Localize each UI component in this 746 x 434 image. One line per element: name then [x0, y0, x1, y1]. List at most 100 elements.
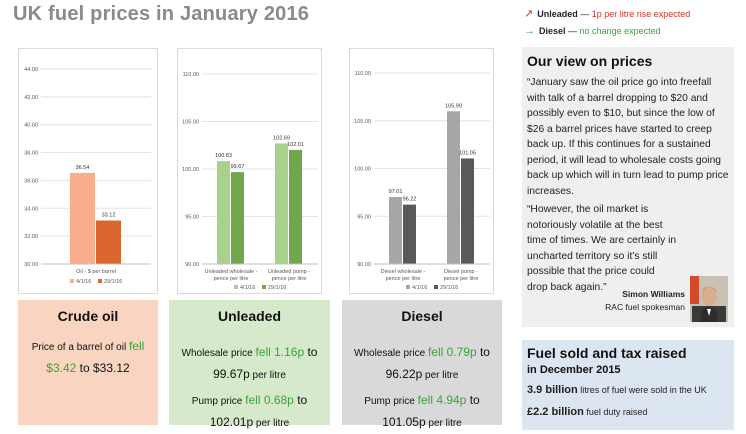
fuel-duty-stat: £2.2 billion fuel duty raised: [527, 406, 729, 418]
diesel-wholesale-value: 96.22p: [385, 367, 423, 381]
x-category-label-line2: pence per litre: [272, 276, 307, 282]
legend-swatch: [98, 279, 102, 283]
y-tick-label: 100.00: [182, 167, 199, 173]
our-view-panel: Our view on prices “January saw the oil …: [522, 47, 734, 327]
crude-oil-card: Crude oil Price of a barrel of oil fell …: [18, 300, 158, 425]
diesel-pump-value-line: 101.05p per litre: [342, 412, 502, 434]
legend-label: 4/1/16: [240, 285, 255, 291]
crude-oil-line-2: $3.42 to $33.12: [18, 358, 158, 378]
unleaded-chart-svg: 90.00 95.00 100.00 105.00 110.00 100.83 99.67 U…: [182, 72, 318, 291]
unleaded-pump-value-line: 102.01p per litre: [169, 412, 330, 434]
crude-oil-change: $3.42: [46, 361, 77, 375]
diesel-pump-to: to: [466, 393, 480, 407]
page-title: UK fuel prices in January 2016: [13, 3, 310, 25]
spokesman-role: RAC fuel spokesman: [605, 302, 685, 312]
y-tick-label: 100.00: [354, 167, 371, 173]
data-label: 101.05: [459, 150, 476, 156]
spokesman-credit: Simon Williams RAC fuel spokesman: [582, 288, 685, 314]
x-category-label-line2: pence per litre: [444, 276, 479, 282]
diesel-chart: 90.00 95.00 100.00 105.00 110.00 97.01 96.22 Di…: [349, 48, 494, 294]
y-tick-label: 40.00: [24, 123, 38, 129]
unleaded-key-sep: —: [577, 9, 592, 19]
y-tick-label: 42.00: [24, 95, 38, 101]
fuel-sold-title: Fuel sold and tax raised: [527, 345, 687, 361]
unleaded-chart: 90.00 95.00 100.00 105.00 110.00 100.83 99.67 U…: [177, 48, 322, 294]
x-category-label: Oil - $ per barrel: [76, 269, 116, 275]
arrow-right-icon: →: [524, 25, 535, 37]
unleaded-pump-to: to: [293, 393, 308, 407]
y-tick-label: 90.00: [185, 262, 199, 268]
data-label: 33.12: [102, 213, 116, 219]
legend-label: 29/1/16: [104, 279, 122, 285]
legend-label: 29/1/16: [440, 285, 458, 291]
legend-label: 4/1/16: [412, 285, 427, 291]
unleaded-wholesale-value: 99.67p: [213, 367, 250, 381]
bar-end: [96, 220, 121, 264]
spokesman-photo-image: [690, 276, 728, 322]
y-tick-label: 105.00: [182, 120, 199, 126]
y-tick-label: 90.00: [357, 262, 371, 268]
fuel-sold-value: 3.9 billion: [527, 384, 578, 396]
crude-oil-card-title: Crude oil: [57, 308, 119, 324]
data-label: 102.69: [273, 135, 290, 141]
legend-swatch: [262, 285, 266, 289]
crude-oil-chart-svg: 30.00 32.00 34.00 36.00 38.00 40.00 42.00 44.00…: [24, 67, 151, 285]
y-tick-label: 34.00: [24, 206, 38, 212]
data-label: 96.22: [403, 197, 417, 203]
diesel-key-sep: —: [565, 26, 580, 36]
unleaded-key-label: Unleaded: [537, 9, 578, 19]
legend-label: 29/1/16: [268, 285, 286, 291]
bar-start: [217, 161, 230, 264]
legend-swatch: [234, 285, 238, 289]
unleaded-wholesale-change: fell 1.16p: [255, 345, 305, 359]
diesel-wholesale-change: fell 0.79p: [427, 345, 477, 359]
legend-label: 4/1/16: [76, 279, 91, 285]
unleaded-wholesale-value-line: 99.67p per litre: [169, 364, 330, 386]
diesel-pump-unit: per litre: [425, 418, 462, 429]
diesel-forecast: → Diesel — no change expected: [524, 25, 661, 37]
unleaded-pump-value: 102.01p: [209, 415, 254, 429]
legend-swatch: [406, 285, 410, 289]
x-category-label-line1: Unleaded pump -: [268, 269, 310, 275]
diesel-pump-line: Pump price fell 4.94p to: [342, 390, 502, 412]
y-tick-label: 36.00: [24, 178, 38, 184]
x-category-label-line2: pence per litre: [386, 276, 421, 282]
bar-end: [289, 149, 302, 264]
data-label: 99.67: [231, 164, 245, 170]
quote-paragraph-2: “However, the oil market is notoriously …: [527, 204, 677, 293]
bar-start: [275, 143, 288, 264]
diesel-wholesale-line: Wholesale price fell 0.79p to: [342, 342, 502, 364]
diesel-pump-label: Pump price: [364, 396, 418, 407]
spokesman-photo: [690, 276, 728, 322]
x-category-label-line1: Diesel wholesale -: [381, 269, 426, 275]
fuel-sold-panel: Fuel sold and tax raised in December 201…: [522, 340, 734, 430]
diesel-pump-value: 101.05p: [382, 415, 426, 429]
data-label: 105.99: [445, 103, 462, 109]
data-label: 100.83: [215, 153, 232, 159]
legend-swatch: [70, 279, 74, 283]
bar-end: [461, 158, 474, 264]
y-tick-label: 44.00: [24, 67, 38, 73]
crude-oil-new-price: to $33.12: [76, 361, 130, 375]
data-label: 97.01: [389, 189, 403, 195]
x-category-label-line2: pence per litre: [214, 276, 249, 282]
unleaded-pump-change: fell 0.68p: [245, 393, 294, 407]
unleaded-wholesale-label: Wholesale price: [181, 348, 256, 359]
crude-oil-fell: fell: [128, 339, 145, 353]
x-category-label-line1: Diesel pump -: [444, 269, 478, 275]
fuel-sold-subtitle: in December 2015: [527, 364, 621, 376]
diesel-key-note: no change expected: [579, 26, 661, 36]
arrow-up-right-icon: ↗: [524, 8, 534, 20]
unleaded-wholesale-line: Wholesale price fell 1.16p to: [169, 342, 330, 364]
spokesman-name: Simon Williams: [622, 289, 685, 299]
bar-end: [231, 172, 244, 264]
bar-start: [447, 111, 460, 264]
legend-swatch: [434, 285, 438, 289]
diesel-wholesale-unit: per litre: [422, 370, 459, 381]
diesel-wholesale-to: to: [476, 345, 490, 359]
crude-oil-line-1: Price of a barrel of oil fell: [18, 336, 158, 358]
quote-paragraph-1: “January saw the oil price go into freef…: [527, 77, 729, 197]
diesel-pump-change: fell 4.94p: [417, 393, 467, 407]
y-tick-label: 95.00: [185, 215, 199, 221]
data-label: 36.54: [76, 165, 90, 171]
